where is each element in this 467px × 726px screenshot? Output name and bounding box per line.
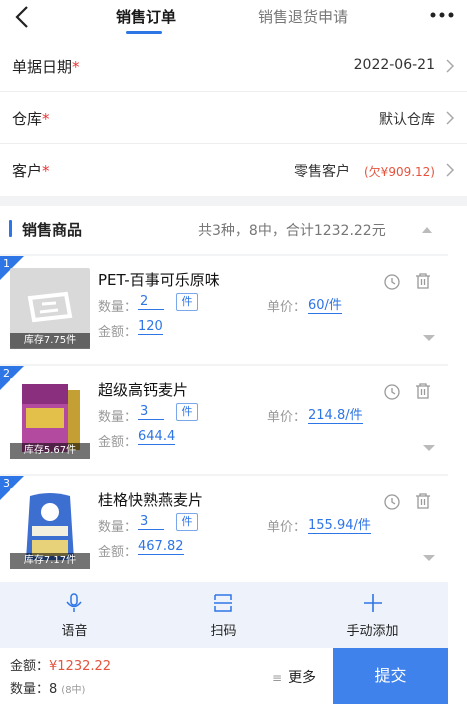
product-name: 桂格快熟燕麦片 bbox=[98, 491, 204, 509]
amount-input[interactable]: 467.82 bbox=[138, 539, 184, 555]
system-nav-bar bbox=[0, 704, 467, 726]
customer-row[interactable]: 客户* 零售客户 (欠¥909.12) bbox=[0, 144, 467, 196]
price-label: 单价： bbox=[267, 520, 307, 535]
products-section-header[interactable]: 销售商品 共3种，8中，合计1232.22元 bbox=[0, 206, 467, 254]
order-form: 单据日期* 2022-06-21 仓库* 默认仓库 客户* 零售客户 (欠¥909… bbox=[0, 40, 467, 196]
unit-selector[interactable]: 件 bbox=[176, 513, 198, 531]
add-product-actions: 语音 扫码 手动添加 bbox=[0, 582, 448, 648]
qty-input[interactable]: 3 bbox=[138, 514, 164, 530]
active-tab-indicator bbox=[126, 31, 162, 34]
product-card[interactable]: 3 库存7.17件 桂格快熟燕麦片 数量： 3 件 单价： 155.94/件 金… bbox=[0, 476, 448, 584]
scan-button[interactable]: 扫码 bbox=[149, 582, 298, 648]
product-card[interactable]: 2 库存5.67件 超级高钙麦片 数量： 3 件 单价： 214.8/件 金额：… bbox=[0, 366, 448, 474]
required-mark: * bbox=[42, 110, 50, 128]
amount-input[interactable]: 644.4 bbox=[138, 429, 176, 445]
product-name: PET-百事可乐原味 bbox=[98, 271, 220, 289]
manual-add-button[interactable]: 手动添加 bbox=[298, 582, 447, 648]
customer-debt: (欠¥909.12) bbox=[364, 165, 435, 179]
total-qty-value: 8 bbox=[49, 682, 58, 697]
total-qty-label: 数量： bbox=[10, 682, 50, 697]
back-arrow-icon[interactable] bbox=[8, 2, 38, 32]
tab-sales-order[interactable]: 销售订单 bbox=[116, 6, 176, 27]
stock-label: 库存5.67件 bbox=[10, 443, 90, 459]
chevron-up-icon[interactable] bbox=[421, 226, 433, 234]
voice-button[interactable]: 语音 bbox=[0, 582, 149, 648]
trash-icon[interactable] bbox=[415, 272, 431, 290]
microphone-icon bbox=[66, 593, 82, 612]
required-mark: * bbox=[72, 58, 80, 76]
index-number: 3 bbox=[3, 477, 10, 490]
more-label: 更多 bbox=[288, 670, 317, 686]
chevron-down-icon[interactable] bbox=[422, 334, 436, 342]
amount-label: 金额： bbox=[98, 325, 138, 340]
tab-sales-return[interactable]: 销售退货申请 bbox=[258, 6, 348, 27]
menu-lines-icon: ≡ bbox=[272, 671, 283, 685]
product-name: 超级高钙麦片 bbox=[98, 381, 189, 399]
submit-button[interactable]: 提交 bbox=[333, 648, 448, 704]
section-accent-bar bbox=[9, 220, 12, 237]
chevron-right-icon bbox=[446, 59, 455, 73]
more-options-button[interactable]: ≡ 更多 bbox=[272, 667, 316, 687]
chevron-right-icon bbox=[446, 163, 455, 177]
qty-label: 数量： bbox=[98, 300, 138, 315]
warehouse-label: 仓库 bbox=[12, 110, 43, 128]
scan-icon bbox=[214, 594, 232, 612]
price-input[interactable]: 60/件 bbox=[308, 294, 342, 314]
price-label: 单价： bbox=[267, 300, 307, 315]
section-title: 销售商品 bbox=[22, 221, 83, 239]
manual-add-label: 手动添加 bbox=[346, 624, 399, 639]
warehouse-value: 默认仓库 bbox=[379, 112, 435, 128]
trash-icon[interactable] bbox=[415, 382, 431, 400]
chevron-down-icon[interactable] bbox=[422, 444, 436, 452]
customer-value: 零售客户 bbox=[294, 164, 350, 180]
amount-label: 金额： bbox=[98, 545, 138, 560]
date-row[interactable]: 单据日期* 2022-06-21 bbox=[0, 40, 467, 92]
stock-label: 库存7.75件 bbox=[10, 333, 90, 349]
price-label: 单价： bbox=[267, 410, 307, 425]
unit-selector[interactable]: 件 bbox=[176, 293, 198, 311]
top-nav-bar: 销售订单 销售退货申请 bbox=[0, 0, 467, 40]
unit-selector[interactable]: 件 bbox=[176, 403, 198, 421]
scan-label: 扫码 bbox=[210, 624, 237, 639]
product-card[interactable]: 1 库存7.75件 PET-百事可乐原味 数量： 2 件 单价： 60/件 金额… bbox=[0, 256, 448, 364]
required-mark: * bbox=[42, 162, 50, 180]
date-value: 2022-06-21 bbox=[353, 57, 435, 73]
qty-label: 数量： bbox=[98, 520, 138, 535]
list-scroll-edge bbox=[448, 254, 467, 648]
more-dots-icon[interactable] bbox=[427, 4, 457, 26]
price-input[interactable]: 155.94/件 bbox=[308, 514, 371, 534]
customer-label: 客户 bbox=[12, 162, 43, 180]
qty-input[interactable]: 3 bbox=[138, 404, 164, 420]
total-amount-label: 金额： bbox=[10, 659, 50, 674]
qty-label: 数量： bbox=[98, 410, 138, 425]
total-amount-value: ¥1232.22 bbox=[49, 659, 112, 674]
amount-input[interactable]: 120 bbox=[138, 319, 163, 335]
trash-icon[interactable] bbox=[415, 492, 431, 510]
date-label: 单据日期 bbox=[12, 58, 73, 76]
bottom-summary-bar: 金额：¥1232.22 数量：8 (8中) ≡ 更多 提交 bbox=[0, 648, 467, 704]
index-number: 2 bbox=[3, 367, 10, 380]
history-icon[interactable] bbox=[383, 493, 401, 511]
history-icon[interactable] bbox=[383, 273, 401, 291]
index-number: 1 bbox=[3, 257, 10, 270]
stock-label: 库存7.17件 bbox=[10, 553, 90, 569]
voice-label: 语音 bbox=[61, 624, 88, 639]
amount-label: 金额： bbox=[98, 435, 138, 450]
price-input[interactable]: 214.8/件 bbox=[308, 404, 363, 424]
chevron-right-icon bbox=[446, 111, 455, 125]
plus-icon bbox=[364, 594, 382, 612]
history-icon[interactable] bbox=[383, 383, 401, 401]
section-summary: 共3种，8中，合计1232.22元 bbox=[198, 223, 386, 239]
chevron-down-icon[interactable] bbox=[422, 554, 436, 562]
total-qty-sub: (8中) bbox=[61, 685, 86, 696]
warehouse-row[interactable]: 仓库* 默认仓库 bbox=[0, 92, 467, 144]
qty-input[interactable]: 2 bbox=[138, 294, 164, 310]
